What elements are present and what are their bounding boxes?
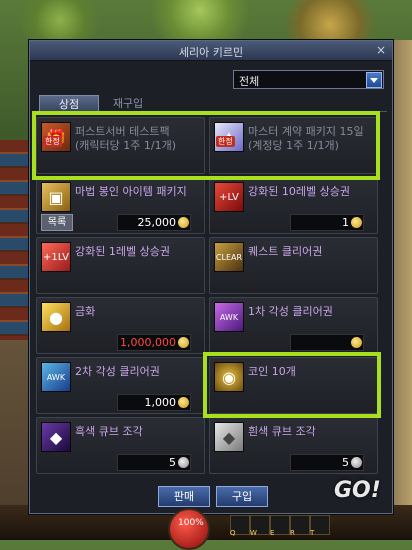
hotkey-slot[interactable]: Q xyxy=(230,515,250,537)
item-limit: (캐릭터당 1주 1/1개) xyxy=(75,139,176,152)
item-grid: 🎁 한정 퍼스트서버 테스트팩 (캐릭터당 1주 1/1개) ✦ 한정 마스터 … xyxy=(32,111,386,474)
price-box: 1 xyxy=(290,214,364,231)
list-item[interactable]: ✦ 한정 마스터 계약 패키지 15일 (계정당 1주 1/1개) xyxy=(209,117,378,174)
item-price: 1 xyxy=(342,216,349,229)
gold-coin-icon xyxy=(178,217,189,228)
awakening-ticket-icon: AWK xyxy=(214,302,244,332)
list-item[interactable]: ◉ 코인 10개 xyxy=(209,357,378,414)
black-cube-icon: ◆ xyxy=(41,422,71,452)
category-dropdown-value: 전체 xyxy=(239,75,260,88)
list-button[interactable]: 목록 xyxy=(41,214,73,231)
window-title: 세리아 키르민 xyxy=(178,46,244,59)
gold-coin-icon xyxy=(351,337,362,348)
white-cube-icon: ◆ xyxy=(214,422,244,452)
awakening-ticket-icon: AWK xyxy=(41,362,71,392)
sell-button[interactable]: 판매 xyxy=(158,486,210,507)
background-foliage xyxy=(0,0,412,40)
gold-coin-icon: ● xyxy=(41,302,71,332)
chevron-down-icon[interactable] xyxy=(366,72,382,88)
list-item[interactable]: +1LV 강화된 1레벨 상승권 xyxy=(36,237,205,294)
hotkey-label: T xyxy=(310,529,315,537)
limited-badge: 한정 xyxy=(43,136,62,147)
gold-coin-icon xyxy=(178,397,189,408)
hotkey-slot[interactable]: E xyxy=(270,515,290,537)
cube-currency-icon xyxy=(178,457,189,468)
hotkey-label: Q xyxy=(230,529,236,537)
close-icon[interactable]: × xyxy=(376,43,386,57)
price-box xyxy=(290,334,364,351)
list-item[interactable]: +LV 강화된 10레벨 상승권 1 xyxy=(209,177,378,234)
gold-coin-icon xyxy=(178,337,189,348)
hotkey-label: R xyxy=(290,529,295,537)
hotkey-slot[interactable]: T xyxy=(310,515,330,537)
price-box: 25,000 xyxy=(117,214,191,231)
item-price: 1,000,000 xyxy=(120,336,176,349)
category-dropdown[interactable]: 전체 xyxy=(233,70,384,89)
item-limit: (계정당 1주 1/1개) xyxy=(248,139,339,152)
gold-coin-icon xyxy=(351,217,362,228)
coin-icon: ◉ xyxy=(214,362,244,392)
item-price: 25,000 xyxy=(137,216,177,229)
list-item[interactable]: AWK 1차 각성 클리어권 xyxy=(209,297,378,354)
window-titlebar[interactable]: 세리아 키르민 × xyxy=(30,41,392,61)
level-up-ticket-icon: +LV xyxy=(214,182,244,212)
price-box: 5 xyxy=(290,454,364,471)
item-name: 마법 봉인 아이템 패키지 xyxy=(75,185,187,198)
hotkey-slot[interactable]: W xyxy=(250,515,270,537)
tab-shop[interactable]: 상점 xyxy=(39,95,99,111)
shop-window: 세리아 키르민 × 전체 상점 재구입 🎁 한정 퍼스트서버 테스트팩 (캐릭터… xyxy=(29,40,393,514)
item-name: 강화된 10레벨 상승권 xyxy=(248,185,350,198)
hotkey-slot[interactable]: R xyxy=(290,515,310,537)
limited-badge: 한정 xyxy=(216,136,235,147)
hotkey-label: E xyxy=(270,529,275,537)
quest-clear-icon: CLEAR xyxy=(214,242,244,272)
hp-value: 100% xyxy=(178,518,204,528)
item-name: 흰색 큐브 조각 xyxy=(248,425,316,438)
item-name: 강화된 1레벨 상승권 xyxy=(75,245,170,258)
item-name: 퀘스트 클리어권 xyxy=(248,245,323,258)
item-name: 흑색 큐브 조각 xyxy=(75,425,143,438)
item-price: 5 xyxy=(342,456,349,469)
item-price: 1,000 xyxy=(144,396,177,409)
hotkey-label: W xyxy=(250,529,257,537)
cube-currency-icon xyxy=(351,457,362,468)
item-name: 코인 10개 xyxy=(248,365,296,378)
sealed-box-icon: ▣ xyxy=(41,182,71,212)
list-item[interactable]: 🎁 한정 퍼스트서버 테스트팩 (캐릭터당 1주 1/1개) xyxy=(36,117,205,174)
list-item[interactable]: ◆ 흑색 큐브 조각 5 xyxy=(36,417,205,474)
hp-orb xyxy=(168,508,210,550)
list-item[interactable]: CLEAR 퀘스트 클리어권 xyxy=(209,237,378,294)
level-up-ticket-icon: +1LV xyxy=(41,242,71,272)
item-name: 금화 xyxy=(75,305,96,318)
list-item[interactable]: ◆ 흰색 큐브 조각 5 xyxy=(209,417,378,474)
list-item[interactable]: ▣ 마법 봉인 아이템 패키지 목록 25,000 xyxy=(36,177,205,234)
background-bookshelf xyxy=(0,140,30,340)
item-price: 5 xyxy=(169,456,176,469)
price-box: 1,000,000 xyxy=(117,334,191,351)
tab-divider xyxy=(35,111,387,112)
buy-button[interactable]: 구입 xyxy=(216,486,268,507)
price-box: 1,000 xyxy=(117,394,191,411)
item-name: 2차 각성 클리어권 xyxy=(75,365,160,378)
list-item[interactable]: AWK 2차 각성 클리어권 1,000 xyxy=(36,357,205,414)
tab-repurchase[interactable]: 재구입 xyxy=(99,95,157,110)
go-logo: GO! xyxy=(334,478,381,503)
list-item[interactable]: ● 금화 1,000,000 xyxy=(36,297,205,354)
price-box: 5 xyxy=(117,454,191,471)
item-name: 1차 각성 클리어권 xyxy=(248,305,333,318)
